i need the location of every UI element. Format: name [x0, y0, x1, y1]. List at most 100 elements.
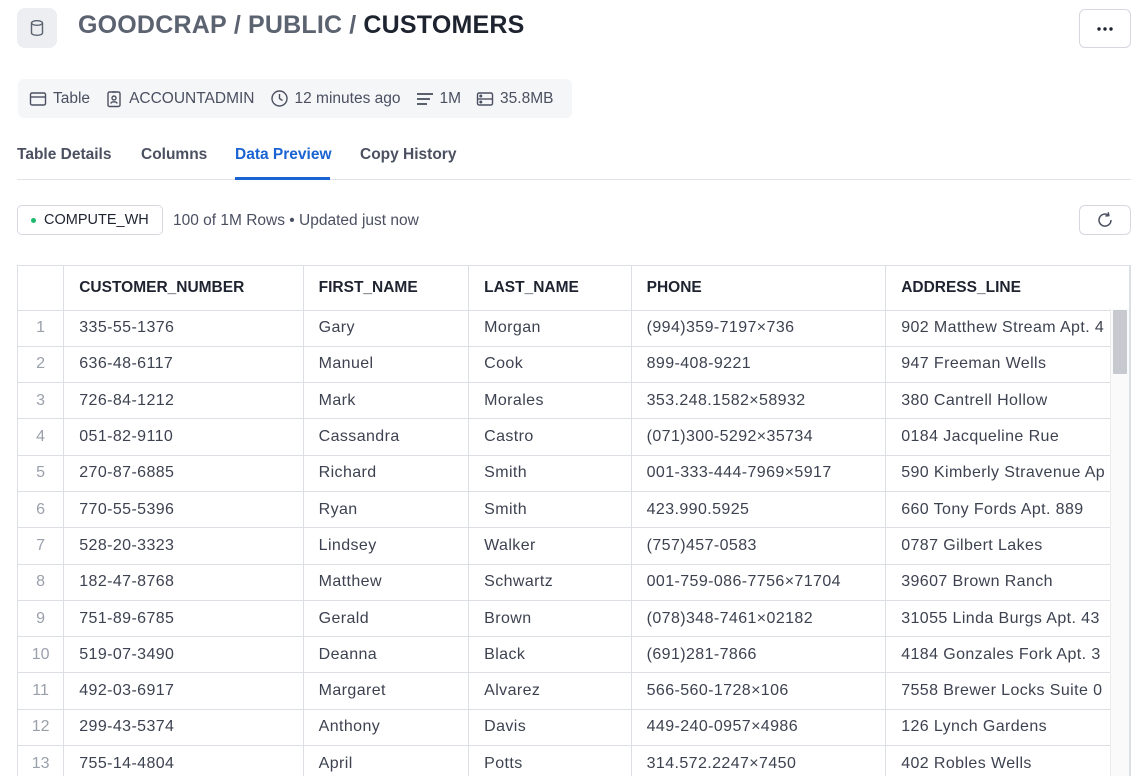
cell-phone[interactable]: 423.990.5925	[631, 491, 887, 529]
cell-address-line[interactable]: 4184 Gonzales Fork Apt. 3	[885, 636, 1130, 674]
cell-address-line[interactable]: 590 Kimberly Stravenue Ap	[885, 455, 1130, 492]
cell-last-name[interactable]: Black	[468, 636, 632, 674]
row-number: 3	[18, 382, 65, 420]
cell-first-name[interactable]: Anthony	[303, 709, 470, 747]
cell-last-name[interactable]: Potts	[468, 745, 632, 776]
table-row[interactable]: 2 636-48-6117 Manuel Cook 899-408-9221 947 Fr…	[18, 346, 1130, 384]
cell-phone[interactable]: (071)300-5292×35734	[631, 418, 887, 456]
table-row[interactable]: 11 492-03-6917 Margaret Alvarez 566-560-1728…	[18, 672, 1130, 710]
cell-customer-number[interactable]: 182-47-8768	[63, 564, 304, 601]
cell-first-name[interactable]: Cassandra	[303, 418, 470, 456]
cell-first-name[interactable]: Lindsey	[303, 527, 470, 565]
cell-last-name[interactable]: Smith	[468, 491, 632, 529]
cell-phone[interactable]: (691)281-7866	[631, 636, 887, 674]
cell-customer-number[interactable]: 335-55-1376	[63, 310, 304, 347]
row-number: 12	[18, 709, 65, 747]
cell-address-line[interactable]: 660 Tony Fords Apt. 889	[885, 491, 1130, 529]
breadcrumb-database[interactable]: GOODCRAP	[78, 11, 227, 39]
more-options-button[interactable]	[1079, 9, 1131, 48]
tab-columns[interactable]: Columns	[141, 146, 207, 164]
cell-address-line[interactable]: 402 Robles Wells	[885, 745, 1130, 776]
column-header-last-name[interactable]: LAST_NAME	[468, 266, 632, 311]
cell-last-name[interactable]: Walker	[468, 527, 632, 565]
cell-address-line[interactable]: 902 Matthew Stream Apt. 4	[885, 310, 1130, 347]
breadcrumb-schema[interactable]: PUBLIC	[248, 11, 342, 39]
tab-data-preview[interactable]: Data Preview	[235, 146, 332, 164]
cell-customer-number[interactable]: 519-07-3490	[63, 636, 304, 674]
cell-address-line[interactable]: 39607 Brown Ranch	[885, 564, 1130, 601]
column-header-address-line[interactable]: ADDRESS_LINE	[885, 266, 1130, 311]
cell-last-name[interactable]: Castro	[468, 418, 632, 456]
cell-first-name[interactable]: Gerald	[303, 600, 470, 638]
cell-last-name[interactable]: Morgan	[468, 310, 632, 347]
table-row[interactable]: 3 726-84-1212 Mark Morales 353.248.1582×5893…	[18, 382, 1130, 420]
table-row[interactable]: 1 335-55-1376 Gary Morgan (994)359-7197×736 9…	[18, 310, 1130, 347]
warehouse-selector[interactable]: COMPUTE_WH	[17, 205, 163, 235]
column-header-first-name[interactable]: FIRST_NAME	[303, 266, 470, 311]
row-number: 9	[18, 600, 65, 638]
cell-phone[interactable]: 001-333-444-7969×5917	[631, 455, 887, 492]
cell-customer-number[interactable]: 726-84-1212	[63, 382, 304, 420]
cell-customer-number[interactable]: 751-89-6785	[63, 600, 304, 638]
cell-customer-number[interactable]: 755-14-4804	[63, 745, 304, 776]
row-number: 13	[18, 745, 65, 776]
cell-phone[interactable]: 899-408-9221	[631, 346, 887, 384]
cell-first-name[interactable]: Matthew	[303, 564, 470, 601]
cell-last-name[interactable]: Schwartz	[468, 564, 632, 601]
cell-address-line[interactable]: 31055 Linda Burgs Apt. 43	[885, 600, 1130, 638]
table-row[interactable]: 5 270-87-6885 Richard Smith 001-333-444-7969…	[18, 455, 1130, 492]
cell-customer-number[interactable]: 299-43-5374	[63, 709, 304, 747]
cell-phone[interactable]: 566-560-1728×106	[631, 672, 887, 710]
cell-first-name[interactable]: Mark	[303, 382, 470, 420]
cell-first-name[interactable]: Richard	[303, 455, 470, 492]
owner-badge-icon	[107, 90, 121, 107]
cell-last-name[interactable]: Morales	[468, 382, 632, 420]
cell-customer-number[interactable]: 270-87-6885	[63, 455, 304, 492]
cell-first-name[interactable]: Manuel	[303, 346, 470, 384]
table-row[interactable]: 13 755-14-4804 April Potts 314.572.2247×7450…	[18, 745, 1130, 776]
tab-table-details[interactable]: Table Details	[17, 146, 111, 164]
cell-last-name[interactable]: Alvarez	[468, 672, 632, 710]
cell-address-line[interactable]: 7558 Brewer Locks Suite 0	[885, 672, 1130, 710]
cell-customer-number[interactable]: 770-55-5396	[63, 491, 304, 529]
row-number: 2	[18, 346, 65, 384]
cell-phone[interactable]: (994)359-7197×736	[631, 310, 887, 347]
cell-last-name[interactable]: Smith	[468, 455, 632, 492]
table-row[interactable]: 6 770-55-5396 Ryan Smith 423.990.5925 660 Ton…	[18, 491, 1130, 529]
column-header-customer-number[interactable]: CUSTOMER_NUMBER	[63, 266, 304, 311]
cell-customer-number[interactable]: 051-82-9110	[63, 418, 304, 456]
cell-first-name[interactable]: Deanna	[303, 636, 470, 674]
cell-address-line[interactable]: 126 Lynch Gardens	[885, 709, 1130, 747]
table-row[interactable]: 12 299-43-5374 Anthony Davis 449-240-0957×49…	[18, 709, 1130, 747]
table-row[interactable]: 4 051-82-9110 Cassandra Castro (071)300-5292…	[18, 418, 1130, 456]
cell-customer-number[interactable]: 528-20-3323	[63, 527, 304, 565]
cell-address-line[interactable]: 0787 Gilbert Lakes	[885, 527, 1130, 565]
cell-last-name[interactable]: Cook	[468, 346, 632, 384]
cell-phone[interactable]: (757)457-0583	[631, 527, 887, 565]
cell-first-name[interactable]: April	[303, 745, 470, 776]
cell-first-name[interactable]: Ryan	[303, 491, 470, 529]
cell-customer-number[interactable]: 636-48-6117	[63, 346, 304, 384]
cell-first-name[interactable]: Gary	[303, 310, 470, 347]
cell-last-name[interactable]: Brown	[468, 600, 632, 638]
cell-phone[interactable]: (078)348-7461×02182	[631, 600, 887, 638]
refresh-button[interactable]	[1079, 205, 1131, 235]
cell-phone[interactable]: 449-240-0957×4986	[631, 709, 887, 747]
cell-last-name[interactable]: Davis	[468, 709, 632, 747]
cell-phone[interactable]: 353.248.1582×58932	[631, 382, 887, 420]
cell-address-line[interactable]: 380 Cantrell Hollow	[885, 382, 1130, 420]
cell-customer-number[interactable]: 492-03-6917	[63, 672, 304, 710]
scrollbar-thumb[interactable]	[1113, 310, 1127, 374]
tab-copy-history[interactable]: Copy History	[360, 146, 456, 164]
column-header-phone[interactable]: PHONE	[631, 266, 887, 311]
cell-address-line[interactable]: 0184 Jacqueline Rue	[885, 418, 1130, 456]
cell-phone[interactable]: 314.572.2247×7450	[631, 745, 887, 776]
table-row[interactable]: 8 182-47-8768 Matthew Schwartz 001-759-086-7…	[18, 564, 1130, 601]
cell-phone[interactable]: 001-759-086-7756×71704	[631, 564, 887, 601]
cell-address-line[interactable]: 947 Freeman Wells	[885, 346, 1130, 384]
vertical-scrollbar[interactable]	[1110, 309, 1129, 776]
table-row[interactable]: 9 751-89-6785 Gerald Brown (078)348-7461×021…	[18, 600, 1130, 638]
cell-first-name[interactable]: Margaret	[303, 672, 470, 710]
table-row[interactable]: 7 528-20-3323 Lindsey Walker (757)457-0583 07…	[18, 527, 1130, 565]
table-row[interactable]: 10 519-07-3490 Deanna Black (691)281-7866 418…	[18, 636, 1130, 674]
